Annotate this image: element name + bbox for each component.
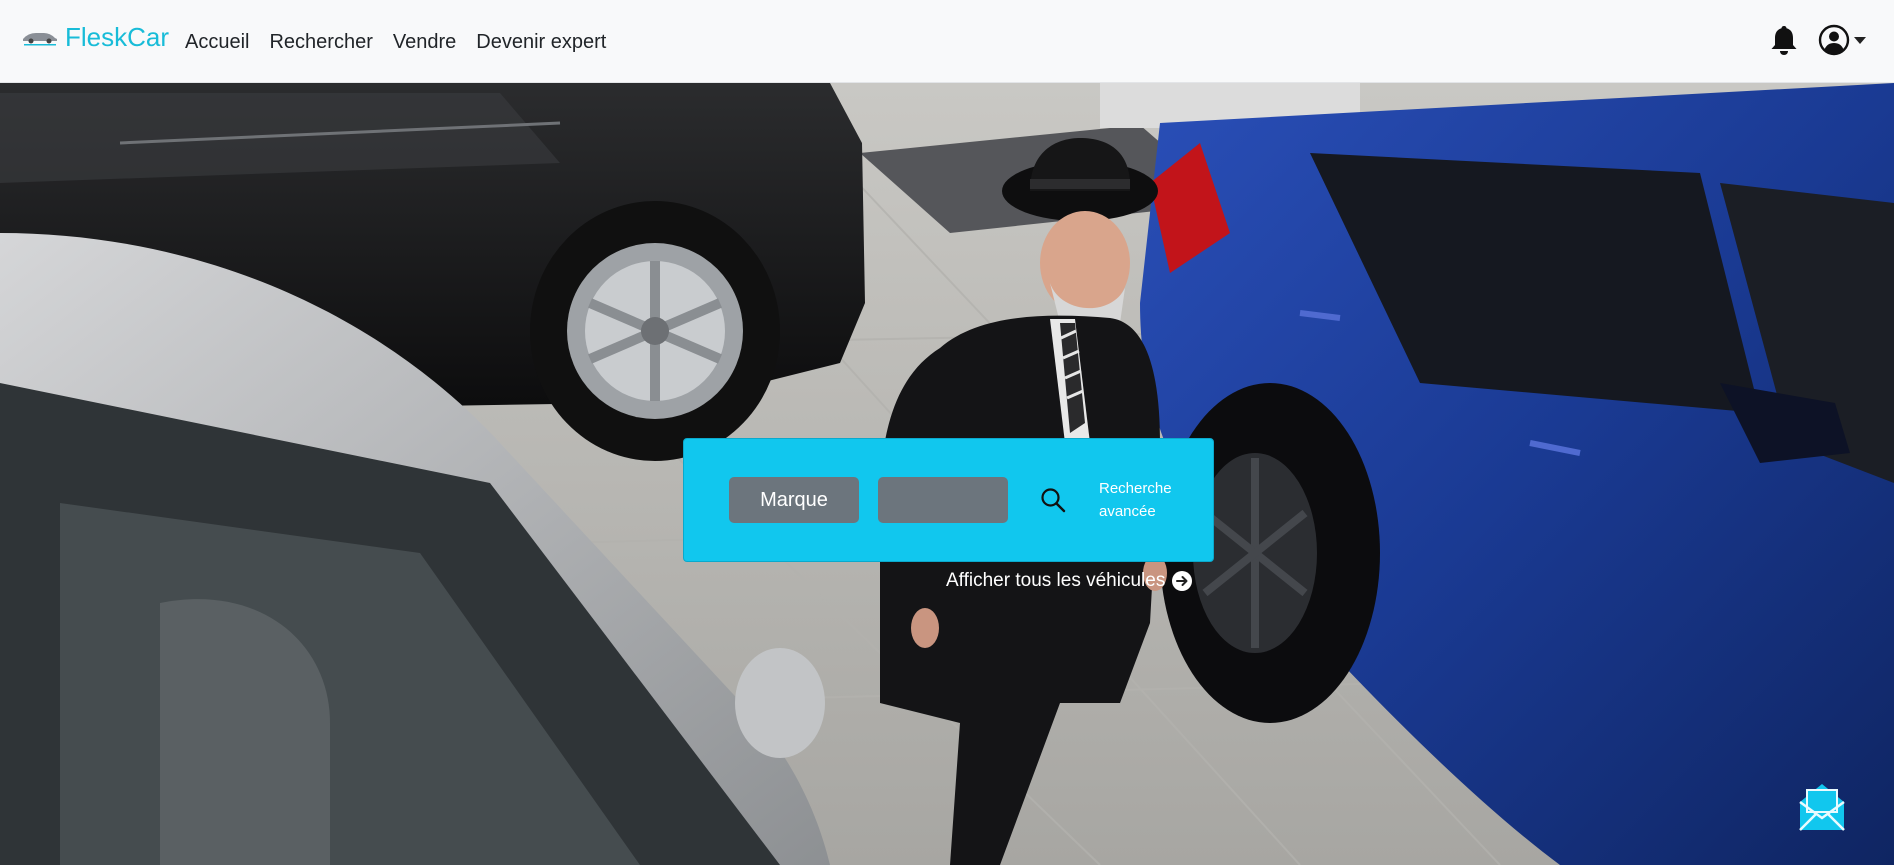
search-icon[interactable] — [1040, 487, 1066, 513]
brand-name: FleskCar — [65, 22, 170, 52]
advanced-search-link[interactable]: Recherche avancée — [1099, 477, 1209, 523]
top-navbar: FleskCar Accueil Rechercher Vendre Deven… — [0, 0, 1894, 83]
arrow-right-circle-icon — [1172, 571, 1193, 591]
nav-link-rechercher[interactable]: Rechercher — [269, 28, 372, 56]
user-circle-icon — [1818, 24, 1850, 56]
brand-link[interactable]: FleskCar — [20, 22, 169, 52]
show-all-label: Afficher tous les véhicules — [946, 570, 1166, 591]
car-logo-icon — [23, 33, 57, 46]
nav-link-accueil[interactable]: Accueil — [185, 28, 249, 56]
nav-link-devenir-expert[interactable]: Devenir expert — [476, 28, 606, 56]
show-all-vehicles-link[interactable]: Afficher tous les véhicules — [946, 570, 1193, 592]
hero-banner: Marque Recherche avancée Afficher tous l… — [0, 83, 1894, 865]
nav-link-vendre[interactable]: Vendre — [393, 28, 456, 56]
chevron-down-icon — [1854, 36, 1866, 44]
model-select[interactable] — [878, 477, 1008, 523]
bell-icon[interactable] — [1770, 24, 1798, 56]
nav-links: Accueil Rechercher Vendre Devenir expert — [185, 28, 626, 56]
envelope-open-icon[interactable] — [1794, 780, 1850, 834]
brand-select[interactable]: Marque — [729, 477, 859, 523]
user-menu-dropdown[interactable] — [1818, 24, 1866, 56]
quick-search-panel: Marque Recherche avancée — [683, 438, 1214, 562]
